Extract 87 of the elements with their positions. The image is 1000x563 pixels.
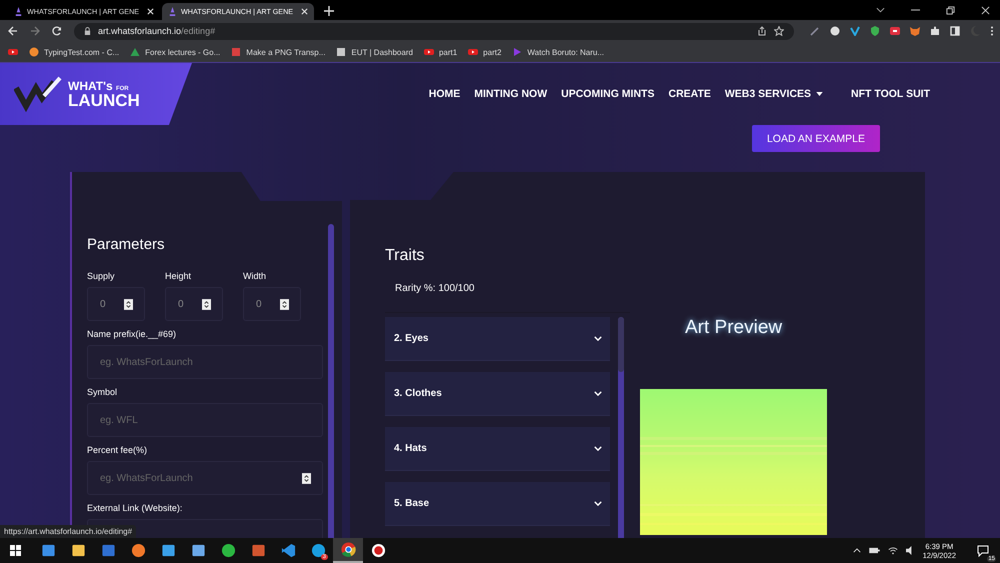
chevron-up-icon[interactable] [852,548,861,553]
fox-icon[interactable] [910,26,920,36]
play-button-icon [468,47,478,57]
bookmark[interactable]: Watch Boruto: Naru... [512,47,604,57]
field-label: External Link (Website): [87,503,184,513]
close-icon[interactable] [301,8,308,15]
spinner-icon[interactable] [124,299,133,310]
text-field[interactable]: eg. WFL [87,403,323,437]
trait-accordion[interactable]: 2. Eyes [385,317,610,361]
play-button-icon [8,47,18,57]
field-label: Symbol [87,387,118,397]
battery-icon[interactable] [868,547,880,554]
back-icon[interactable] [8,26,18,36]
field-label: Percent fee(%) [87,445,148,455]
new-tab-icon[interactable] [324,6,334,16]
section-title: Parameters [87,236,166,253]
triangle-icon [130,47,140,57]
taskbar-app[interactable] [333,538,363,563]
bookmark[interactable]: part2 [468,47,502,57]
spinner-icon[interactable] [202,299,211,310]
forward-icon[interactable] [30,26,40,36]
scrollbar[interactable] [328,224,334,538]
chevron-down-icon[interactable] [876,7,885,13]
bookmark[interactable]: TypingTest.com - C... [29,47,120,57]
spinner-icon[interactable] [280,299,289,310]
rocket-icon [14,7,23,16]
star-icon[interactable] [774,26,784,36]
number-field[interactable]: 0 [165,287,223,321]
nav-link[interactable]: CREATE [668,88,711,100]
section-title: Traits [385,247,426,265]
text-field[interactable]: eg. WhatsForLaunch [87,345,323,379]
number-field[interactable]: 0 [243,287,301,321]
puzzle-icon[interactable] [930,26,940,36]
video-icon[interactable] [890,26,900,36]
restore-icon[interactable] [946,6,955,14]
close-icon[interactable] [147,8,154,15]
bookmark[interactable]: Forex lectures - Go... [130,47,220,57]
v-logo-icon[interactable] [850,26,860,36]
text-field[interactable]: eg. WhatsForLaunch [87,461,323,495]
close-icon[interactable] [981,6,990,14]
trait-accordion[interactable]: 4. Hats [385,427,610,471]
circle-app-icon [370,543,386,558]
bookmark[interactable] [8,47,18,57]
nav-link[interactable]: UPCOMING MINTS [561,88,654,100]
circle-app-icon [310,543,326,558]
scrollbar[interactable] [618,317,624,538]
address-field[interactable]: art.whatsforlaunch.io/editing# [74,22,794,40]
speech-bubble-icon [977,544,989,556]
status-url: https://art.whatsforlaunch.io/editing# [0,525,136,538]
share-icon[interactable] [757,26,767,36]
nav-link[interactable]: WEB3 SERVICES [724,88,824,100]
rocket-icon [168,7,177,16]
spinner-icon[interactable] [302,473,311,484]
bookmark[interactable]: EUT | Dashboard [336,47,413,57]
bookmark[interactable]: part1 [424,47,458,57]
reload-icon[interactable] [52,26,62,36]
number-field[interactable]: 0 [87,287,145,321]
windows-icon[interactable] [10,545,21,556]
menu-icon[interactable] [990,26,994,36]
load-example-button[interactable]: LOAD AN EXAMPLE [752,125,880,152]
trait-accordion[interactable]: 5. Base [385,482,610,526]
field-label: Height [165,271,192,281]
lock-icon [84,26,91,36]
pen-icon[interactable] [810,26,820,36]
preview-title: Art Preview [685,317,782,339]
rarity-text: Rarity %: 100/100 [395,283,476,294]
sidebar-icon[interactable] [950,26,960,36]
play-button-icon [424,47,434,57]
shield-icon[interactable] [870,26,880,36]
minimize-icon[interactable] [911,9,920,11]
field-label: Width [243,271,268,281]
field-label: Name prefix(ie.__#69) [87,329,178,339]
field-label: Supply [87,271,116,281]
caret-icon [816,92,824,96]
trait-accordion[interactable]: 3. Clothes [385,372,610,416]
url-text: art.whatsforlaunch.io/editing# [98,26,216,36]
wifi-icon[interactable] [888,546,898,555]
logo-text: LAUNCH [68,92,140,108]
nav-link[interactable]: HOME [428,88,460,100]
nav-link[interactable]: MINTING NOW [474,88,548,100]
page-icon [336,47,346,57]
circle-app-icon [340,542,356,557]
play-icon [512,47,522,57]
circle-app-icon [130,543,146,558]
nav-link[interactable]: NFT TOOL SUIT [851,88,930,100]
circle-app-icon [220,543,236,558]
bookmark[interactable]: Make a PNG Transp... [231,47,326,57]
